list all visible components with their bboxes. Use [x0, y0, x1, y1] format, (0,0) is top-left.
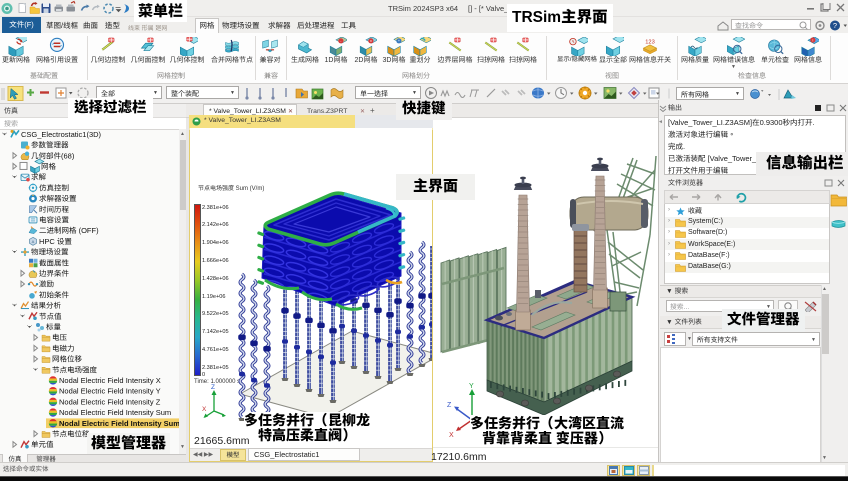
svg-text:CSG_Electrostatic1(3D): CSG_Electrostatic1(3D) [21, 130, 102, 139]
svg-text:二进制网格 (OFF): 二进制网格 (OFF) [39, 226, 99, 235]
svg-text:?: ? [833, 21, 837, 30]
svg-text:Nodal Electric Field Intensity: Nodal Electric Field Intensity X [59, 376, 161, 385]
svg-text:求解: 求解 [31, 173, 46, 182]
svg-text:电磁力: 电磁力 [52, 344, 75, 353]
svg-text:Nodal Electric Field Intensity: Nodal Electric Field Intensity Sum (Cust [59, 419, 180, 428]
svg-text:电容设置: 电容设置 [39, 215, 69, 224]
svg-text:几何部件(68): 几何部件(68) [31, 151, 75, 160]
svg-text:+: + [398, 39, 400, 43]
svg-text:时间历程: 时间历程 [39, 205, 69, 214]
svg-text:结果分析: 结果分析 [31, 301, 61, 310]
svg-text:HPC 设置: HPC 设置 [39, 237, 72, 246]
svg-text:网格位移: 网格位移 [52, 355, 82, 364]
svg-text:Y: Y [469, 383, 474, 390]
svg-text:X: X [449, 432, 454, 439]
svg-text:初始条件: 初始条件 [39, 290, 69, 299]
svg-text:求解器设置: 求解器设置 [39, 194, 77, 203]
svg-text:节点值: 节点值 [39, 312, 62, 321]
svg-text:仿真控制: 仿真控制 [39, 183, 69, 192]
svg-text:网格: 网格 [41, 162, 56, 171]
svg-text:Nodal Electric Field Intensity: Nodal Electric Field Intensity Sum [59, 408, 171, 417]
svg-text:物理场设置: 物理场设置 [31, 248, 69, 257]
svg-text:Nodal Electric Field Intensity: Nodal Electric Field Intensity Y [59, 387, 161, 396]
svg-text:节点电场强度: 节点电场强度 [52, 365, 97, 374]
svg-text:激励: 激励 [39, 280, 54, 289]
svg-text:x: x [370, 39, 372, 43]
svg-text:Nodal Electric Field Intensity: Nodal Electric Field Intensity Z [59, 397, 161, 406]
svg-text:电压: 电压 [52, 333, 67, 342]
svg-text:单元值: 单元值 [31, 440, 54, 449]
svg-text:123: 123 [645, 39, 655, 45]
svg-text:截面属性: 截面属性 [39, 258, 69, 267]
svg-text:节点电位移: 节点电位移 [52, 429, 90, 438]
svg-text:标量: 标量 [46, 322, 61, 331]
svg-text:边界条件: 边界条件 [39, 269, 69, 278]
svg-text:参数管理器: 参数管理器 [31, 141, 69, 150]
svg-text:A: A [32, 239, 35, 244]
svg-text:Z: Z [447, 402, 452, 409]
